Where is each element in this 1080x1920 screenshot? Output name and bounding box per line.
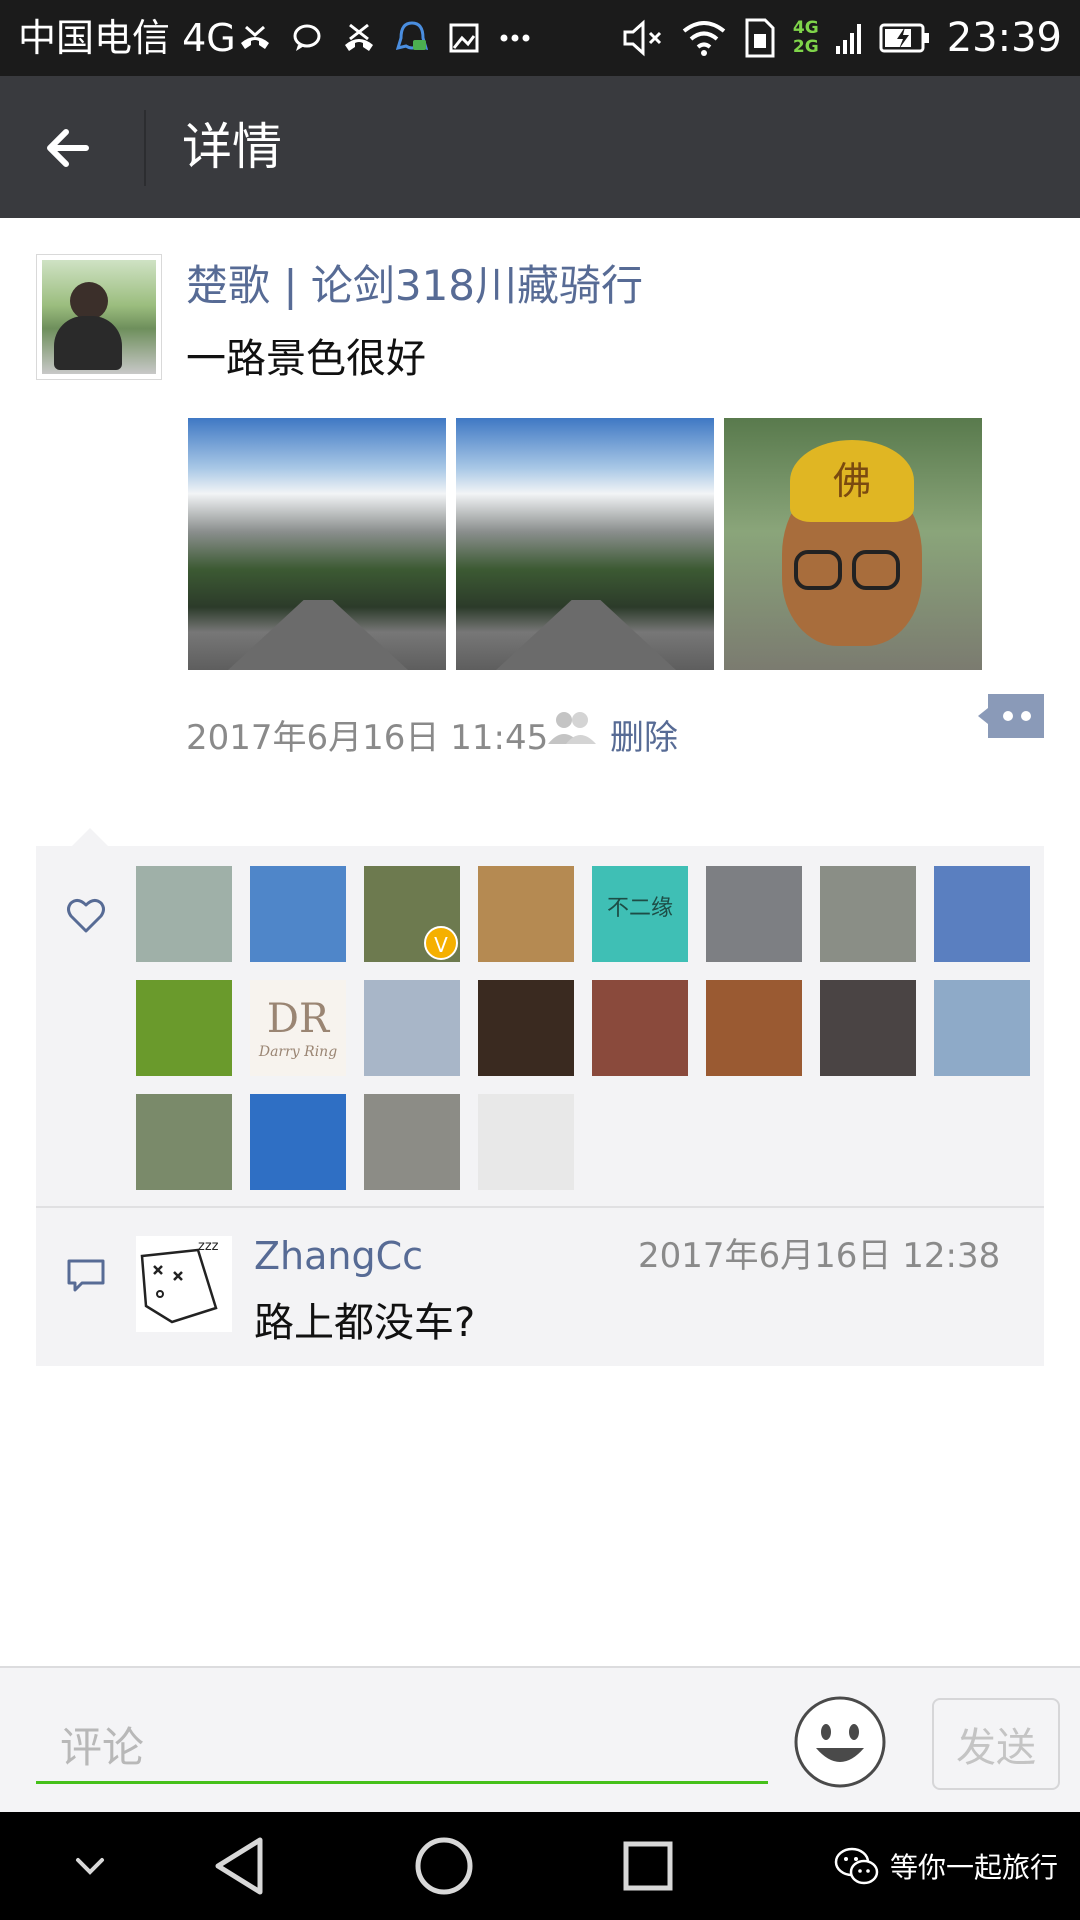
author-avatar[interactable] [36, 254, 162, 380]
liker-avatar[interactable] [250, 866, 346, 962]
qq-icon [396, 21, 428, 51]
liker-avatar[interactable] [364, 1094, 460, 1190]
watermark-text: 等你一起旅行 [890, 1851, 1059, 1884]
clock: 23:39 [946, 15, 1062, 61]
wifi-icon [682, 21, 726, 56]
liker-avatar[interactable] [364, 980, 460, 1076]
comment-timestamp: 2017年6月16日 12:38 [638, 1236, 1001, 1276]
back-arrow-icon[interactable] [38, 112, 110, 184]
post-timestamp: 2017年6月16日 11:45 [186, 718, 549, 758]
recents-square-icon[interactable] [618, 1832, 678, 1900]
comment-input[interactable] [36, 1714, 768, 1784]
svg-text:zzz: zzz [198, 1239, 219, 1254]
group-visibility-icon[interactable] [546, 708, 598, 748]
comment-like-menu-icon[interactable] [978, 694, 1044, 738]
avatar-body-shape [54, 316, 122, 370]
chat-bubble-icon [293, 24, 321, 51]
header-divider [144, 110, 146, 186]
network-label-4g: 4G [792, 18, 819, 38]
liker-avatar-logo-subtitle: Darry Ring [258, 1044, 338, 1060]
liker-avatar[interactable] [706, 980, 802, 1076]
hide-keyboard-icon[interactable] [70, 1832, 110, 1900]
app-bar: 详情 [0, 76, 1080, 218]
avatar-image [42, 260, 156, 374]
road-shape [228, 600, 408, 670]
liker-avatar[interactable]: 不二缘 [592, 866, 688, 962]
system-indicators: 4G 2G 23:39 [621, 10, 1062, 66]
watermark: 等你一起旅行 [834, 1842, 1058, 1890]
glasses-left [794, 550, 842, 590]
author-name[interactable]: 楚歌 | 论剑318川藏骑行 [186, 258, 643, 314]
wechat-logo-icon [834, 1847, 879, 1885]
dual-network-indicator: 4G 2G [793, 19, 819, 57]
liker-avatar[interactable] [478, 1094, 574, 1190]
comment-input-bar: 发送 [0, 1666, 1080, 1812]
notification-icons [238, 14, 530, 62]
commenter-name[interactable]: ZhangCc [254, 1230, 423, 1282]
comment-icon [67, 1259, 105, 1292]
home-circle-icon[interactable] [410, 1832, 478, 1900]
comment-text[interactable]: 路上都没车? [254, 1296, 475, 1350]
likers-grid: V 不二缘 DR Darry Ring [136, 866, 1056, 1190]
sim-card-icon [745, 18, 775, 58]
glasses-right [852, 550, 900, 590]
liker-avatar[interactable] [934, 866, 1030, 962]
liker-avatar[interactable]: V [364, 866, 460, 962]
page-title: 详情 [182, 118, 282, 176]
carrier-label: 中国电信 4G [18, 16, 236, 60]
status-bar: 中国电信 4G 4G 2G 23:39 [0, 0, 1080, 76]
liker-avatar[interactable] [934, 980, 1030, 1076]
mute-icon [623, 19, 661, 57]
liker-avatar[interactable] [136, 1094, 232, 1190]
post-text: 一路景色很好 [186, 336, 426, 382]
post-photo-2[interactable] [456, 418, 714, 670]
more-notifications-icon [500, 34, 530, 42]
liker-avatar[interactable] [706, 866, 802, 962]
liker-avatar[interactable] [478, 980, 574, 1076]
verified-badge-icon: V [424, 926, 458, 960]
liker-avatar[interactable] [820, 980, 916, 1076]
commenter-avatar[interactable]: zzz [136, 1236, 232, 1332]
panel-divider [36, 1206, 1044, 1208]
heart-icon [67, 898, 105, 933]
liker-avatar[interactable] [136, 980, 232, 1076]
network-label-2g: 2G [792, 37, 819, 57]
back-triangle-icon[interactable] [210, 1832, 270, 1900]
system-nav-bar: 等你一起旅行 [0, 1812, 1080, 1920]
missed-call-icon [241, 25, 269, 49]
send-button[interactable]: 发送 [932, 1698, 1060, 1790]
liker-avatar[interactable] [478, 866, 574, 962]
golden-hat: 佛 [790, 440, 914, 522]
liker-avatar[interactable] [136, 866, 232, 962]
delete-link[interactable]: 删除 [610, 714, 678, 762]
avatar-head-shape [70, 282, 108, 320]
panel-pointer [72, 828, 108, 846]
liker-avatar[interactable] [250, 1094, 346, 1190]
signal-bars-icon [835, 24, 861, 54]
liker-avatar[interactable] [592, 980, 688, 1076]
road-shape [496, 600, 676, 670]
gallery-icon [449, 23, 479, 53]
missed-call-icon [345, 23, 373, 51]
photo-grid: 佛 [188, 418, 982, 670]
liker-avatar[interactable]: DR Darry Ring [250, 980, 346, 1076]
liker-avatar[interactable] [820, 866, 916, 962]
post-photo-3[interactable]: 佛 [724, 418, 982, 670]
post-photo-1[interactable] [188, 418, 446, 670]
liker-avatar-text: 不二缘 [606, 896, 673, 921]
battery-charging-icon [879, 23, 929, 53]
emoji-icon[interactable] [792, 1694, 888, 1790]
liker-avatar-logo: DR [266, 996, 330, 1042]
